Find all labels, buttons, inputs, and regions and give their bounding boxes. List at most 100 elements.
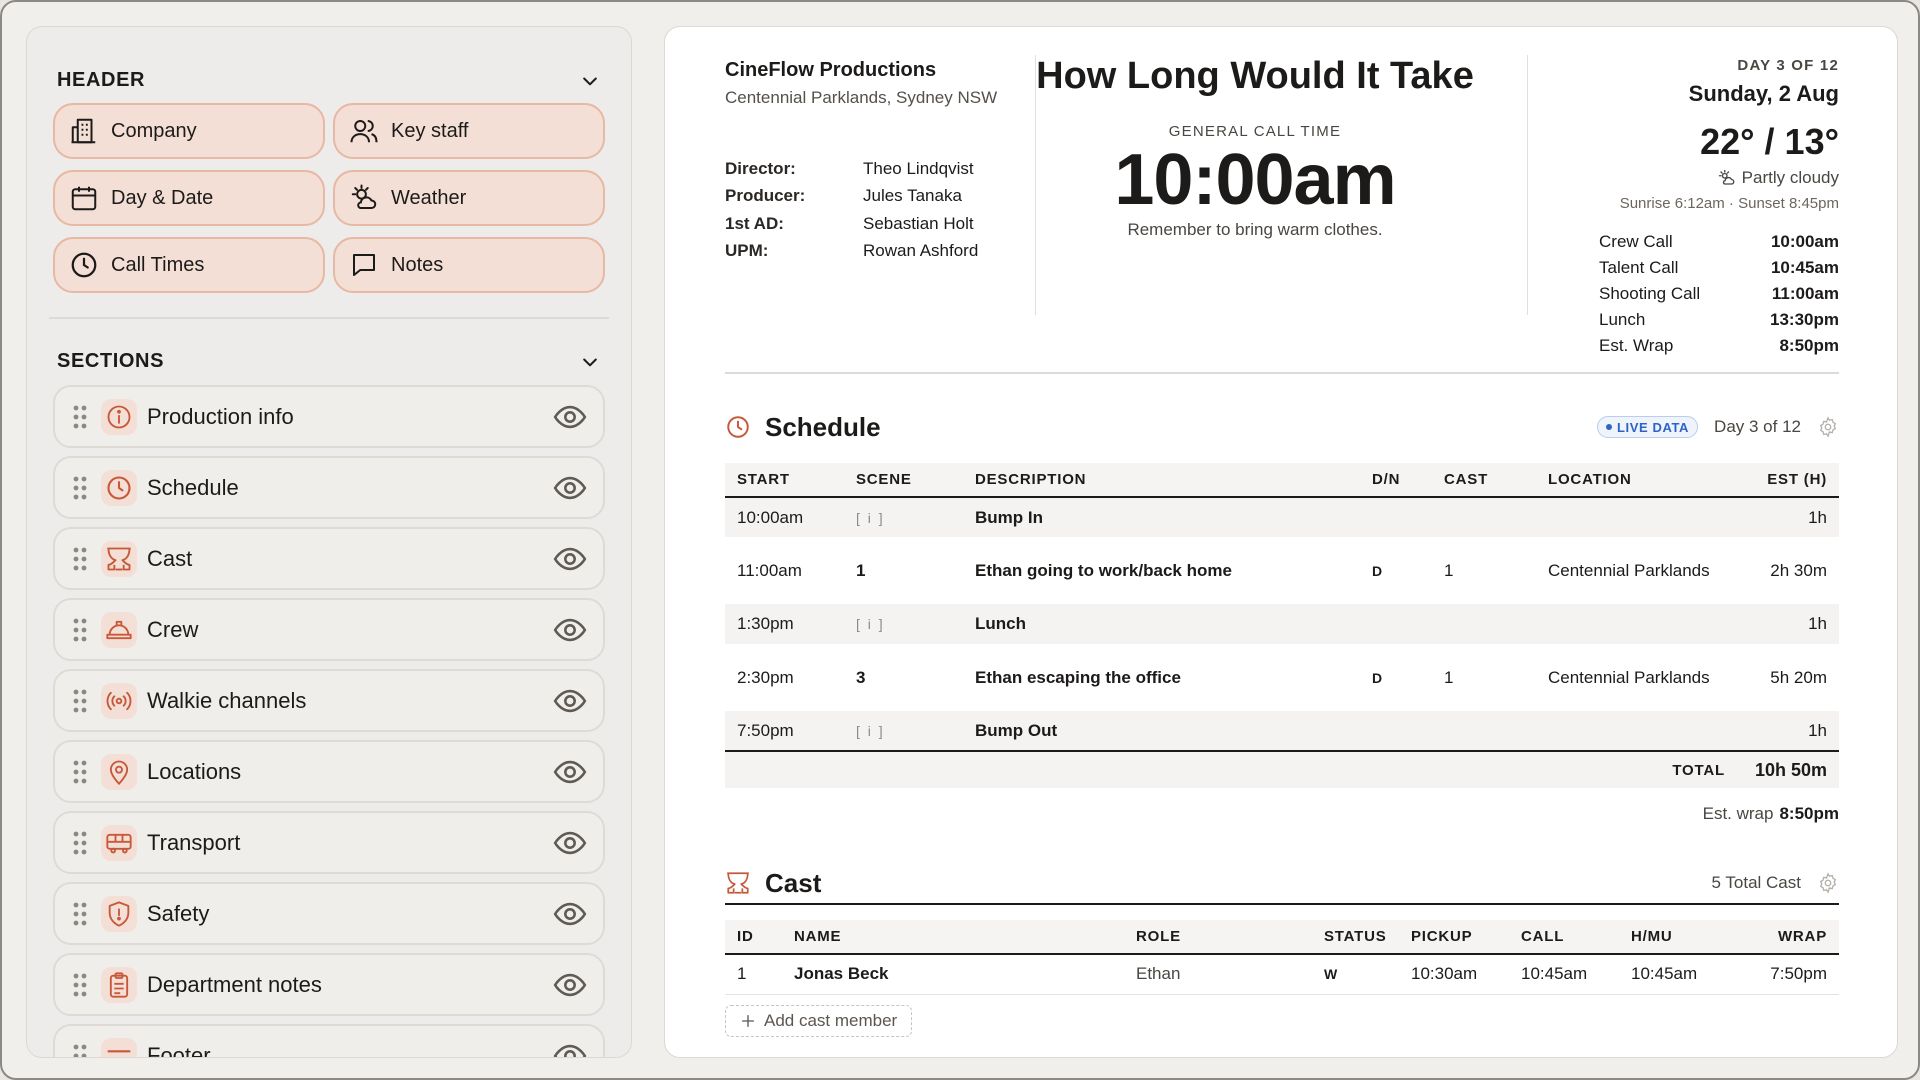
building-icon: [69, 116, 99, 146]
drag-handle-icon[interactable]: [71, 404, 89, 430]
eye-icon[interactable]: [553, 897, 587, 931]
eye-icon[interactable]: [553, 400, 587, 434]
section-item-schedule[interactable]: Schedule: [53, 456, 605, 519]
row-est: 5h 20m: [1746, 644, 1839, 711]
schedule-row[interactable]: 1:30pm [ i ] Lunch 1h: [725, 604, 1839, 644]
eye-icon[interactable]: [553, 755, 587, 789]
cast-header: Cast 5 Total Cast: [725, 865, 1839, 901]
section-item-walkie-channels[interactable]: Walkie channels: [53, 669, 605, 732]
drag-handle-icon[interactable]: [71, 759, 89, 785]
chip-key-staff[interactable]: Key staff: [333, 103, 605, 159]
gear-icon[interactable]: [1817, 416, 1839, 438]
cast-wrap: 7:50pm: [1729, 954, 1839, 995]
section-item-cast[interactable]: Cast: [53, 527, 605, 590]
row-dn: [1360, 604, 1432, 644]
schedule-total: TOTAL 10h 50m: [725, 750, 1839, 788]
drag-handle-icon[interactable]: [71, 688, 89, 714]
section-item-transport[interactable]: Transport: [53, 811, 605, 874]
row-cast: 1: [1432, 644, 1536, 711]
col-id: ID: [725, 920, 782, 955]
drag-handle-icon[interactable]: [71, 901, 89, 927]
cast-hmu: 10:45am: [1619, 954, 1729, 995]
radio-icon: [101, 682, 137, 719]
schedule-row[interactable]: 10:00am [ i ] Bump In 1h: [725, 497, 1839, 537]
row-scene: [ i ]: [844, 497, 963, 537]
section-item-locations[interactable]: Locations: [53, 740, 605, 803]
cast-call: 10:45am: [1509, 954, 1619, 995]
cast-row[interactable]: 1 Jonas Beck Ethan W 10:30am 10:45am 10:…: [725, 954, 1839, 995]
eye-icon[interactable]: [553, 684, 587, 718]
staff-name: Theo Lindqvist: [863, 158, 974, 178]
col-status: STATUS: [1312, 920, 1399, 955]
live-label: LIVE DATA: [1616, 419, 1690, 435]
row-cast: [1432, 497, 1536, 537]
row-cast: 1: [1432, 537, 1536, 604]
header-chips: Company Key staff Day & Date Weather Cal…: [53, 103, 605, 293]
schedule-row[interactable]: 11:00am 1 Ethan going to work/back home …: [725, 537, 1839, 604]
footer-icon: [101, 1037, 137, 1057]
partly-cloudy-icon: [1718, 169, 1736, 187]
chevron-down-icon[interactable]: [579, 351, 601, 373]
drag-handle-icon[interactable]: [71, 830, 89, 856]
call-label: Lunch: [1599, 310, 1646, 329]
cast-total: 5 Total Cast: [1711, 873, 1801, 892]
gear-icon[interactable]: [1817, 872, 1839, 894]
sections-toggle[interactable]: SECTIONS: [57, 350, 601, 373]
schedule-row[interactable]: 2:30pm 3 Ethan escaping the office D 1 C…: [725, 644, 1839, 711]
drag-handle-icon[interactable]: [71, 972, 89, 998]
staff-name: Jules Tanaka: [863, 186, 962, 206]
call-time-row: Shooting Call 11:00am: [1599, 281, 1839, 307]
row-est: 1h: [1746, 711, 1839, 751]
est-wrap-value: 8:50pm: [1779, 804, 1839, 823]
col-est: EST (H): [1746, 463, 1839, 498]
eye-icon[interactable]: [553, 1039, 587, 1059]
section-label: Walkie channels: [147, 687, 307, 713]
sidebar-divider: [49, 317, 609, 319]
row-location: Centennial Parklands: [1536, 644, 1746, 711]
drag-handle-icon[interactable]: [71, 617, 89, 643]
chip-day-date[interactable]: Day & Date: [53, 170, 325, 226]
chevron-down-icon[interactable]: [579, 70, 601, 92]
plus-icon: [740, 1013, 756, 1029]
drag-handle-icon[interactable]: [71, 1043, 89, 1059]
row-location: [1536, 711, 1746, 751]
total-label: TOTAL: [1672, 761, 1725, 779]
chip-weather[interactable]: Weather: [333, 170, 605, 226]
row-dn: D: [1360, 537, 1432, 604]
add-cast-member-button[interactable]: Add cast member: [725, 1005, 913, 1037]
production-title: How Long Would It Take: [1036, 55, 1474, 97]
chip-label: Day & Date: [111, 186, 214, 209]
eye-icon[interactable]: [553, 542, 587, 576]
section-item-crew[interactable]: Crew: [53, 598, 605, 661]
cast-pickup: 10:30am: [1399, 954, 1509, 995]
bus-icon: [101, 824, 137, 861]
schedule-row[interactable]: 7:50pm [ i ] Bump Out 1h: [725, 711, 1839, 751]
chip-notes[interactable]: Notes: [333, 237, 605, 293]
row-scene: [ i ]: [844, 604, 963, 644]
eye-icon[interactable]: [553, 613, 587, 647]
call-time-row: Est. Wrap 8:50pm: [1599, 333, 1839, 359]
shoot-date: Sunday, 2 Aug: [1688, 81, 1839, 106]
section-item-safety[interactable]: Safety: [53, 882, 605, 945]
eye-icon[interactable]: [553, 968, 587, 1002]
header-section-toggle[interactable]: HEADER: [57, 69, 601, 92]
row-scene: [ i ]: [844, 711, 963, 751]
row-scene: 3: [844, 644, 963, 711]
section-item-footer[interactable]: Footer: [53, 1024, 605, 1059]
chip-company[interactable]: Company: [53, 103, 325, 159]
call-value: 11:00am: [1771, 284, 1839, 303]
call-value: 10:45am: [1770, 258, 1839, 277]
eye-icon[interactable]: [553, 826, 587, 860]
staff-row: UPM: Rowan Ashford: [725, 238, 978, 266]
col-start: START: [725, 463, 844, 498]
drag-handle-icon[interactable]: [71, 475, 89, 501]
eye-icon[interactable]: [553, 471, 587, 505]
drag-handle-icon[interactable]: [71, 546, 89, 572]
section-item-production-info[interactable]: Production info: [53, 385, 605, 448]
column-divider: [1527, 55, 1528, 315]
col-hmu: H/MU: [1619, 920, 1729, 955]
company-name: CineFlow Productions: [725, 59, 937, 81]
section-item-department-notes[interactable]: Department notes: [53, 953, 605, 1016]
call-times-list: Crew Call 10:00am Talent Call 10:45am Shoo…: [1599, 229, 1839, 359]
chip-call-times[interactable]: Call Times: [53, 237, 325, 293]
